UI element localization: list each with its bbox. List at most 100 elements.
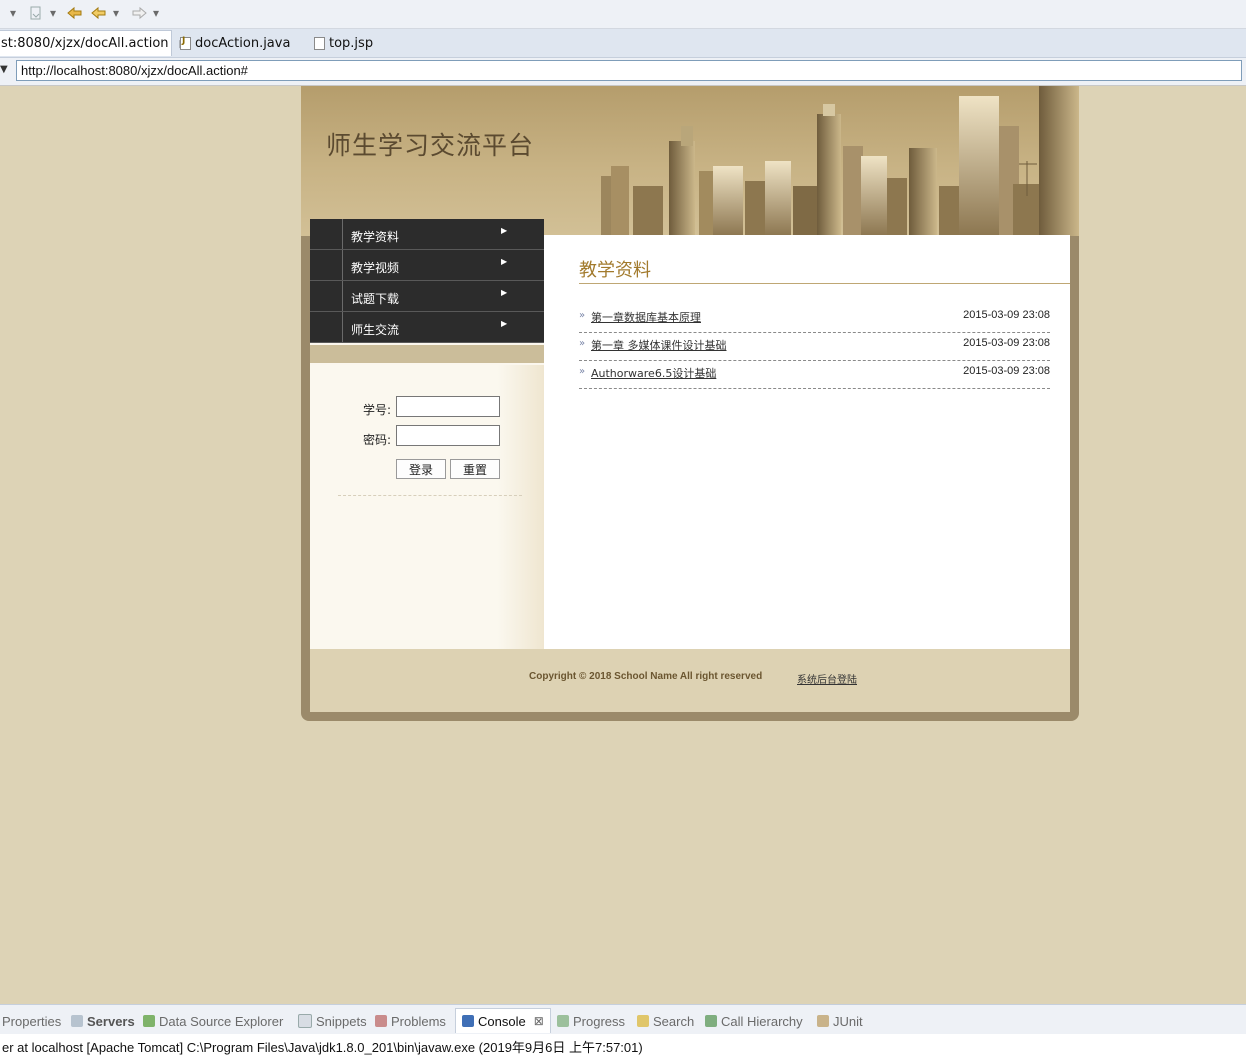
- tab-label: top.jsp: [329, 35, 374, 51]
- tab-label: Servers: [87, 1013, 135, 1029]
- document-link[interactable]: Authorware6.5设计基础: [591, 365, 716, 381]
- progress-icon: [557, 1015, 569, 1027]
- menu-divider: [342, 281, 343, 311]
- menu-item-exam-download[interactable]: 试题下载 ▶: [310, 281, 544, 312]
- menu-item-teaching-materials[interactable]: 教学资料 ▶: [310, 219, 544, 250]
- tab-problems[interactable]: Problems: [375, 1011, 446, 1031]
- menu-divider: [342, 219, 343, 249]
- document-date: 2015-03-09 23:08: [963, 337, 1050, 349]
- reset-button[interactable]: 重置: [450, 459, 500, 479]
- close-icon[interactable]: ⊠: [534, 1014, 544, 1028]
- tab-label: st:8080/xjzx/docAll.action: [1, 36, 169, 51]
- menu-item-label: 教学资料: [351, 230, 400, 244]
- java-file-icon: [180, 36, 191, 50]
- jsp-file-icon: [314, 36, 325, 50]
- menu-item-label: 试题下载: [351, 292, 400, 306]
- database-icon: [143, 1015, 155, 1027]
- password-label: 密码:: [363, 433, 392, 447]
- student-id-input[interactable]: [396, 396, 500, 417]
- tab-console[interactable]: Console ⊠: [455, 1008, 551, 1033]
- login-button[interactable]: 登录: [396, 459, 446, 479]
- call-hierarchy-icon: [705, 1015, 717, 1027]
- tab-label: docAction.java: [195, 35, 291, 51]
- site-title: 师生学习交流平台: [326, 131, 535, 160]
- section-title: 教学资料: [579, 260, 651, 281]
- menu-spacer: [310, 345, 544, 363]
- main-menu: 教学资料 ▶ 教学视频 ▶ 试题下载 ▶ 师生交流 ▶: [310, 219, 544, 343]
- search-icon: [637, 1015, 649, 1027]
- login-form: 学号: 密码: 登录 重置: [310, 365, 544, 649]
- tab-label: Properties: [2, 1013, 62, 1029]
- views-tab-bar: Properties Servers Data Source Explorer …: [0, 1004, 1246, 1035]
- site-frame: 师生学习交流平台 教学资料 ▶ 教学视频 ▶ 试题下载 ▶ 师生交流 ▶ 学号:…: [301, 86, 1079, 721]
- tab-label: Console: [478, 1013, 526, 1029]
- tab-doc-action-java[interactable]: docAction.java: [174, 30, 296, 56]
- password-input[interactable]: [396, 425, 500, 446]
- tab-label: Problems: [391, 1013, 446, 1029]
- dropdown-arrow-icon[interactable]: ▾: [10, 4, 16, 22]
- triangle-right-icon: ▶: [501, 257, 508, 266]
- eclipse-toolbar: ▾ ▾ ▾ ▾: [0, 0, 1246, 29]
- menu-divider: [342, 250, 343, 280]
- tab-junit[interactable]: JUnit: [817, 1011, 863, 1031]
- triangle-right-icon: ▶: [501, 319, 508, 328]
- problems-icon: [375, 1015, 387, 1027]
- back-icon[interactable]: [90, 4, 108, 22]
- tab-label: Call Hierarchy: [721, 1013, 803, 1029]
- site-header: 师生学习交流平台: [301, 86, 1079, 236]
- student-id-label: 学号:: [363, 403, 392, 417]
- console-output: er at localhost [Apache Tomcat] C:\Progr…: [0, 1034, 1246, 1059]
- triangle-right-icon: ▶: [501, 226, 508, 235]
- menu-item-label: 师生交流: [351, 323, 400, 337]
- tab-snippets[interactable]: Snippets: [298, 1011, 367, 1031]
- document-date: 2015-03-09 23:08: [963, 309, 1050, 321]
- double-chevron-icon: »: [579, 310, 586, 321]
- snippets-icon: [298, 1014, 312, 1028]
- list-item: » Authorware6.5设计基础 2015-03-09 23:08: [579, 361, 1050, 389]
- last-edit-location-icon[interactable]: [66, 4, 84, 22]
- document-date: 2015-03-09 23:08: [963, 365, 1050, 377]
- list-item: » 第一章 多媒体课件设计基础 2015-03-09 23:08: [579, 333, 1050, 361]
- tab-top-jsp[interactable]: top.jsp: [308, 30, 379, 56]
- document-list: » 第一章数据库基本原理 2015-03-09 23:08 » 第一章 多媒体课…: [579, 305, 1050, 389]
- forward-icon[interactable]: [130, 4, 148, 22]
- dropdown-arrow-icon[interactable]: ▾: [153, 4, 159, 22]
- tab-progress[interactable]: Progress: [557, 1011, 625, 1031]
- city-skyline-image: [601, 86, 1079, 236]
- section-divider: [579, 283, 1070, 284]
- tab-search[interactable]: Search: [637, 1011, 694, 1031]
- document-link[interactable]: 第一章 多媒体课件设计基础: [591, 337, 727, 353]
- copyright-text: Copyright © 2018 School Name All right r…: [529, 671, 763, 682]
- next-annotation-icon[interactable]: [28, 4, 44, 22]
- menu-divider: [342, 312, 343, 342]
- tab-properties[interactable]: Properties: [2, 1011, 61, 1031]
- dropdown-arrow-icon[interactable]: ▾: [113, 4, 119, 22]
- document-link[interactable]: 第一章数据库基本原理: [591, 309, 701, 325]
- tab-label: JUnit: [833, 1013, 863, 1029]
- url-input[interactable]: [16, 60, 1242, 81]
- dropdown-arrow-icon[interactable]: ▾: [50, 4, 56, 22]
- tab-servers[interactable]: Servers: [71, 1011, 135, 1031]
- menu-item-teacher-student-exchange[interactable]: 师生交流 ▶: [310, 312, 544, 343]
- menu-item-label: 教学视频: [351, 261, 400, 275]
- chevron-down-icon[interactable]: ▼: [0, 64, 8, 75]
- browser-address-bar: ▼: [0, 58, 1246, 86]
- triangle-right-icon: ▶: [501, 288, 508, 297]
- admin-login-link[interactable]: 系统后台登陆: [797, 671, 857, 686]
- list-item: » 第一章数据库基本原理 2015-03-09 23:08: [579, 305, 1050, 333]
- site-footer: Copyright © 2018 School Name All right r…: [310, 649, 1070, 712]
- console-icon: [462, 1015, 474, 1027]
- tab-label: Progress: [573, 1013, 626, 1029]
- login-divider: [338, 495, 522, 496]
- main-content: 教学资料 » 第一章数据库基本原理 2015-03-09 23:08 » 第一章…: [544, 235, 1070, 649]
- tab-data-source-explorer[interactable]: Data Source Explorer: [143, 1011, 283, 1031]
- menu-item-teaching-videos[interactable]: 教学视频 ▶: [310, 250, 544, 281]
- tab-call-hierarchy[interactable]: Call Hierarchy: [705, 1011, 803, 1031]
- servers-icon: [71, 1015, 83, 1027]
- junit-icon: [817, 1015, 829, 1027]
- double-chevron-icon: »: [579, 338, 586, 349]
- left-column: 教学资料 ▶ 教学视频 ▶ 试题下载 ▶ 师生交流 ▶ 学号: 密码: 登录 重…: [310, 219, 544, 649]
- editor-tab-bar: st:8080/xjzx/docAll.action ⊠ docAction.j…: [0, 29, 1246, 58]
- double-chevron-icon: »: [579, 366, 586, 377]
- tab-doc-all-action[interactable]: st:8080/xjzx/docAll.action ⊠: [0, 30, 189, 56]
